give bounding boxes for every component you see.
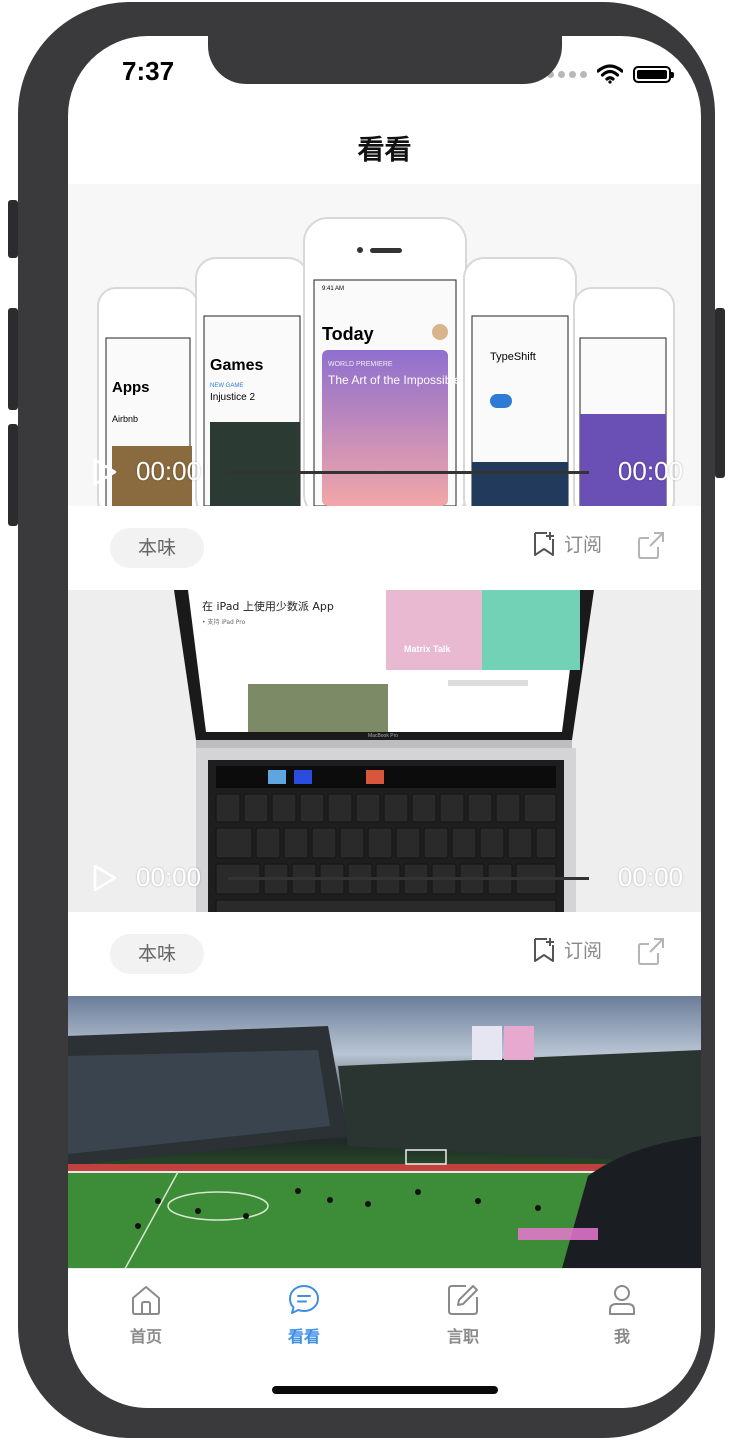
progress-slider[interactable] [228,471,589,474]
screen-text-typeshift: TypeShift [490,351,536,363]
video-action-bar: 本味 订阅 [68,912,701,996]
share-icon[interactable] [636,530,666,560]
tab-me-label: 我 [613,1327,630,1346]
video-card: 在 iPad 上使用少数派 App • 支持 iPad Pro Matrix T… [68,590,701,996]
video-player[interactable]: 在 iPad 上使用少数派 App • 支持 iPad Pro Matrix T… [68,590,701,912]
screen-text-new-game: NEW GAME [210,383,243,389]
screen-text-matrix: Matrix Talk [404,644,451,654]
wifi-icon [597,64,623,84]
signal-icon [547,70,587,78]
status-time: 7:37 [122,56,175,86]
category-tag[interactable]: 本味 [110,528,204,568]
tab-home[interactable]: 首页 [86,1283,206,1347]
volume-down-button [8,424,18,526]
device-frame: 7:37 看看 Apps Airbnb Games NEW GAME Injus… [8,2,725,1438]
power-button [715,308,725,478]
play-icon[interactable] [92,864,118,892]
home-icon [132,1286,160,1315]
tab-me[interactable]: 我 [562,1283,682,1347]
tab-post[interactable]: 言职 [403,1283,523,1347]
status-icons [547,64,674,84]
tab-watch-label: 看看 [287,1327,320,1346]
tab-watch[interactable]: 看看 [244,1283,364,1347]
screen-text-clock: 9:41 AM [322,286,344,292]
video-action-bar: 本味 订阅 [68,506,701,590]
battery-icon [633,65,674,83]
volume-up-button [8,308,18,410]
screen-text-brand: MacBook Pro [368,733,398,739]
current-time: 00:00 [136,862,202,892]
play-icon[interactable] [92,458,118,486]
screen-text-sub: • 支持 iPad Pro [202,618,246,626]
subscribe-button[interactable]: 订阅 [532,936,602,963]
tab-bar: 首页 看看 言职 我 [68,1268,701,1408]
subscribe-button[interactable]: 订阅 [532,530,602,557]
category-tag[interactable]: 本味 [110,934,204,974]
subscribe-label: 订阅 [564,534,603,556]
screen: 7:37 看看 Apps Airbnb Games NEW GAME Injus… [68,36,701,1408]
bookmark-add-icon [534,937,554,962]
player-controls: 00:00 00:00 [68,436,701,506]
home-indicator [272,1386,498,1394]
player-controls: 00:00 00:00 [68,842,701,912]
chat-bubble-icon [289,1285,319,1314]
tab-home-label: 首页 [129,1327,162,1346]
screen-text-games: Games [210,357,263,374]
screen-text-injustice: Injustice 2 [210,392,255,403]
screen-text-headline: 在 iPad 上使用少数派 App [202,600,334,613]
video-card: Apps Airbnb Games NEW GAME Injustice 2 9… [68,184,701,590]
share-icon[interactable] [636,936,666,966]
screen-text-world-premiere: WORLD PREMIERE [328,361,393,368]
current-time: 00:00 [136,456,202,486]
bookmark-add-icon [534,531,554,556]
screen-text-apps: Apps [112,379,150,396]
edit-icon [448,1285,478,1315]
progress-slider[interactable] [228,877,589,880]
video-feed[interactable]: Apps Airbnb Games NEW GAME Injustice 2 9… [68,184,701,1318]
screen-text-today: Today [322,324,374,344]
total-time: 00:00 [617,862,683,892]
tab-post-label: 言职 [446,1327,479,1346]
subscribe-label: 订阅 [564,940,603,962]
notch [208,36,562,84]
screen-text-feature-title: The Art of the Impossible [328,373,461,387]
total-time: 00:00 [617,456,683,486]
user-icon [609,1285,635,1315]
video-player[interactable]: Apps Airbnb Games NEW GAME Injustice 2 9… [68,184,701,506]
screen-text-airbnb: Airbnb [112,414,138,424]
mute-switch [8,200,18,258]
page-title: 看看 [357,135,412,166]
